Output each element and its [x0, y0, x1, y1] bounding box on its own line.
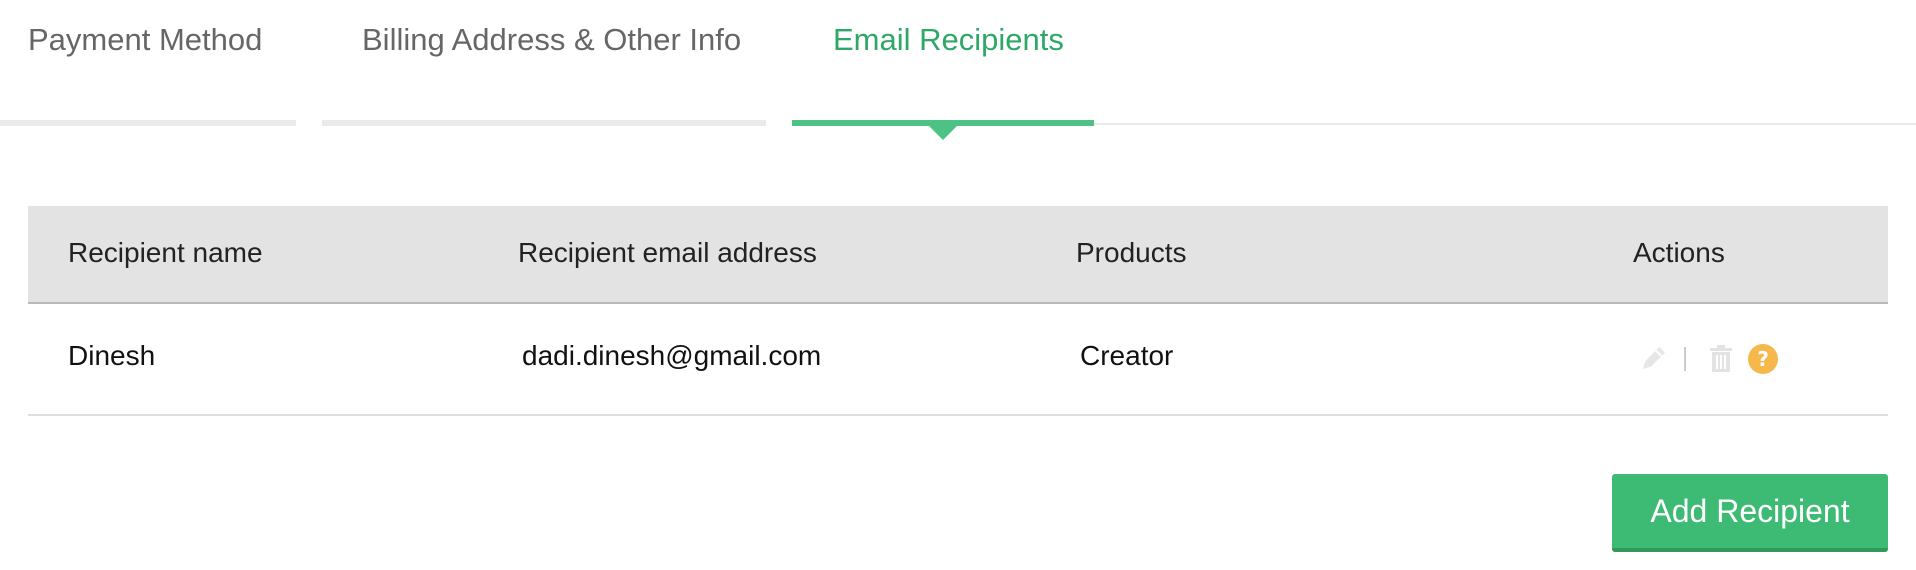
recipient-email-cell: dadi.dinesh@gmail.com	[522, 340, 822, 371]
action-separator	[1684, 347, 1686, 371]
row-actions: ?	[1636, 342, 1778, 376]
column-header-actions: Actions	[1633, 237, 1725, 268]
pencil-icon[interactable]	[1636, 342, 1670, 376]
column-header-products: Products	[1076, 237, 1187, 268]
tab-label: Billing Address & Other Info	[362, 22, 742, 57]
recipients-table: Recipient name Recipient email address P…	[28, 206, 1888, 416]
column-header-recipient-email: Recipient email address	[518, 237, 817, 268]
tab-label: Email Recipients	[833, 22, 1064, 57]
email-recipients-page: Payment Method Billing Address & Other I…	[0, 0, 1916, 570]
products-cell: Creator	[1080, 340, 1174, 371]
help-icon[interactable]: ?	[1748, 344, 1778, 374]
tab-underline	[0, 120, 296, 126]
tab-payment-method[interactable]: Payment Method	[0, 0, 296, 126]
tab-bar: Payment Method Billing Address & Other I…	[0, 0, 1916, 140]
tab-billing-address[interactable]: Billing Address & Other Info	[322, 0, 766, 126]
add-recipient-button[interactable]: Add Recipient	[1612, 474, 1888, 552]
tab-bar-divider	[1094, 123, 1916, 125]
recipient-name-cell: Dinesh	[68, 340, 156, 371]
trash-icon[interactable]	[1704, 342, 1738, 376]
tab-underline	[322, 120, 766, 126]
table-header: Recipient name Recipient email address P…	[28, 206, 1888, 304]
column-header-recipient-name: Recipient name	[68, 237, 263, 268]
tab-label: Payment Method	[28, 22, 263, 57]
active-tab-caret	[928, 125, 958, 140]
table-row: Dinesh dadi.dinesh@gmail.com Creator ?	[28, 304, 1888, 416]
tab-email-recipients[interactable]: Email Recipients	[792, 0, 1094, 140]
